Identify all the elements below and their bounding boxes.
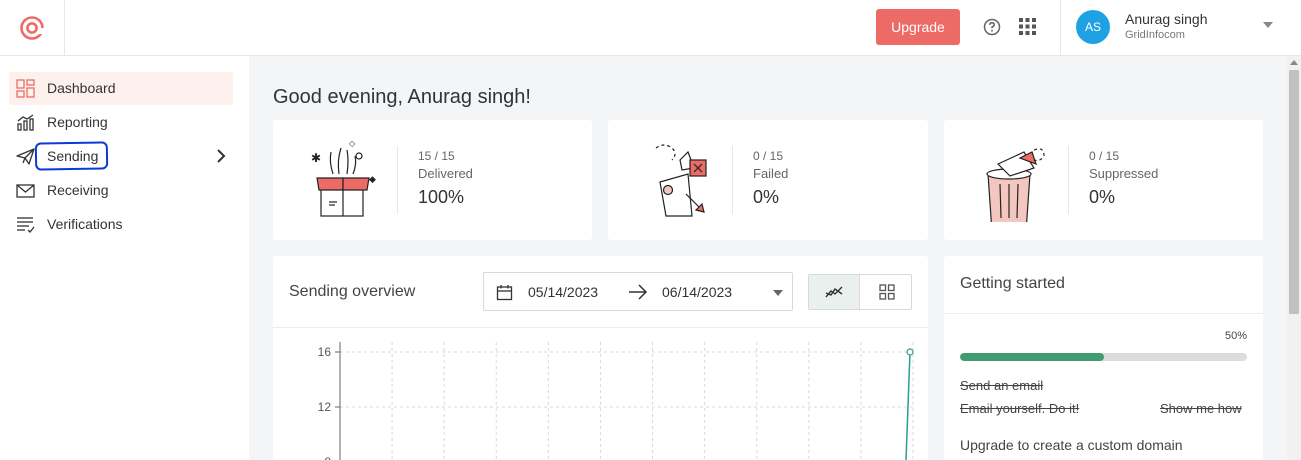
stat-count: 0 / 15 — [1089, 149, 1120, 163]
sending-annotation-circle — [34, 141, 109, 171]
y-tick-label: 8 — [324, 455, 331, 460]
stat-card-suppressed: 0 / 15 Suppressed 0% — [944, 120, 1263, 240]
sidebar-item-receiving[interactable]: Receiving — [9, 174, 233, 207]
user-org: GridInfocom — [1125, 29, 1185, 41]
scroll-up-icon[interactable] — [1290, 60, 1298, 65]
stat-count: 0 / 15 — [753, 149, 784, 163]
dashboard-icon — [16, 79, 35, 98]
svg-text:◆: ◆ — [369, 174, 376, 184]
svg-text:✱: ✱ — [311, 151, 321, 165]
scrollbar[interactable] — [1287, 56, 1301, 460]
line-view-button[interactable] — [809, 275, 860, 309]
date-end-input[interactable]: 06/14/2023 — [662, 284, 732, 300]
card-divider — [944, 313, 1263, 314]
scroll-thumb[interactable] — [1289, 70, 1299, 314]
grid-view-button[interactable] — [861, 275, 912, 309]
upgrade-button[interactable]: Upgrade — [876, 9, 960, 45]
stat-label: Delivered — [418, 166, 473, 181]
avatar[interactable]: AS — [1076, 10, 1110, 44]
stat-card-delivered: ✱ ◆ ◇ 15 / 15 Delivered 100% — [273, 120, 592, 240]
stat-label: Suppressed — [1089, 166, 1159, 181]
y-tick-label: 16 — [318, 345, 332, 359]
arrow-right-icon — [629, 284, 648, 300]
step-send-email: Send an email — [960, 378, 1044, 393]
stat-card-failed: 0 / 15 Failed 0% — [608, 120, 928, 240]
apps-grid-icon[interactable] — [1019, 18, 1036, 35]
paper-plane-icon — [16, 148, 35, 165]
progress-label: 50% — [1225, 330, 1248, 342]
help-icon[interactable] — [983, 18, 1001, 36]
y-tick-label: 12 — [318, 400, 332, 414]
sidebar-item-label: Reporting — [47, 114, 108, 130]
progress-bar — [960, 353, 1247, 361]
bar-chart-icon — [17, 114, 34, 131]
stat-divider — [397, 146, 398, 214]
svg-text:◇: ◇ — [349, 139, 356, 148]
failed-mail-icon — [655, 144, 707, 217]
top-bar: Upgrade AS Anurag singh GridInfocom — [0, 0, 1301, 56]
user-name[interactable]: Anurag singh — [1125, 11, 1208, 27]
stat-percent: 0% — [753, 187, 780, 207]
view-toggle — [808, 274, 912, 310]
date-range-picker[interactable]: 05/14/2023 06/14/2023 — [483, 272, 793, 311]
calendar-icon — [496, 285, 513, 301]
greeting: Good evening, Anurag singh! — [273, 86, 531, 108]
stat-percent: 100% — [418, 187, 465, 207]
upgrade-custom-domain-text: Upgrade to create a custom domain — [960, 437, 1183, 453]
sidebar-item-reporting[interactable]: Reporting — [9, 106, 233, 139]
logo-icon — [20, 15, 45, 40]
show-me-how-link[interactable]: Show me how — [1160, 401, 1242, 416]
chevron-down-icon[interactable] — [773, 290, 783, 296]
grid-icon — [878, 284, 895, 300]
sending-overview-card: Sending overview 05/14/2023 06/14/2023 1… — [273, 256, 928, 460]
chevron-down-icon[interactable] — [1263, 22, 1273, 28]
series-line — [905, 351, 911, 460]
sidebar-item-dashboard[interactable]: Dashboard — [9, 72, 233, 105]
date-start-input[interactable]: 05/14/2023 — [528, 284, 598, 300]
sidebar: Dashboard Reporting Sending Receiving Ve… — [0, 56, 249, 460]
line-chart-icon — [825, 286, 843, 298]
data-point — [906, 348, 914, 356]
sidebar-item-label: Verifications — [47, 216, 123, 232]
sidebar-item-label: Dashboard — [47, 80, 116, 96]
sending-line-chart: 16 12 8 — [318, 342, 914, 460]
progress-fill — [960, 353, 1104, 361]
overview-title: Sending overview — [289, 283, 416, 300]
stat-divider — [732, 146, 733, 214]
stat-divider — [1068, 146, 1069, 214]
list-check-icon — [17, 217, 35, 233]
stat-percent: 0% — [1089, 187, 1116, 207]
chevron-right-icon[interactable] — [215, 149, 227, 163]
app-logo[interactable] — [0, 0, 65, 55]
trash-bin-icon — [986, 148, 1045, 222]
envelope-icon — [16, 184, 35, 198]
stat-label: Failed — [753, 166, 789, 181]
getting-started-card: Getting started 50% Send an email Email … — [944, 256, 1263, 460]
sidebar-item-verifications[interactable]: Verifications — [9, 208, 233, 241]
stat-count: 15 / 15 — [418, 149, 455, 163]
gift-box-icon: ✱ ◆ ◇ — [311, 139, 376, 217]
sidebar-item-label: Receiving — [47, 182, 109, 198]
user-divider — [1060, 0, 1061, 55]
getting-started-title: Getting started — [960, 275, 1065, 292]
step-email-yourself: Email yourself. Do it! — [960, 401, 1080, 416]
